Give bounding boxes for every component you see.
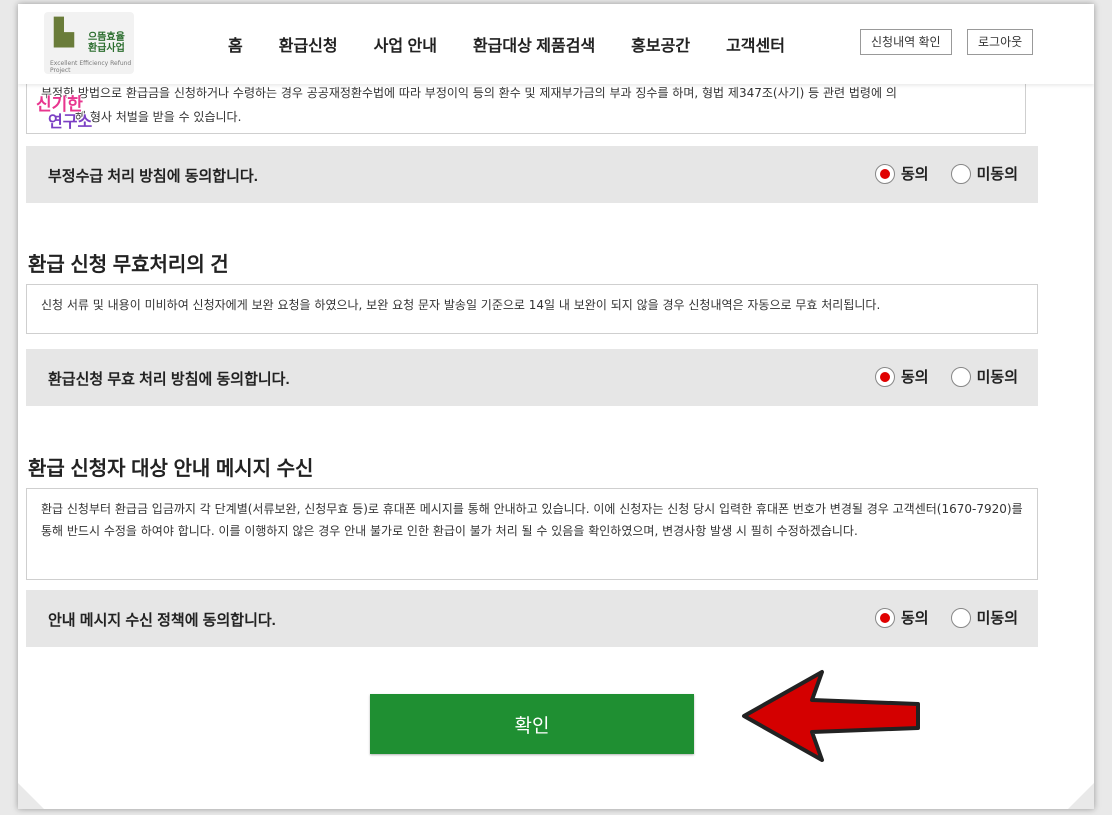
radio-unchecked-icon <box>950 366 971 387</box>
radio-disagree-message[interactable]: 미동의 <box>950 607 1018 628</box>
radio-disagree-fraud[interactable]: 미동의 <box>950 163 1018 184</box>
watermark-badge: 신기한 연구소 <box>36 90 128 132</box>
radio-agree-invalid[interactable]: 동의 <box>874 366 929 387</box>
red-arrow-icon <box>742 670 920 762</box>
agree-label-fraud: 부정수급 처리 방침에 동의합니다. <box>48 168 258 185</box>
page-frame: ▙ 으뜸효율 환급사업 Excellent Efficiency Refund … <box>18 4 1094 809</box>
frame-corner-br <box>1068 783 1094 809</box>
logo-mark-icon: ▙ <box>54 18 74 48</box>
radio-agree-fraud[interactable]: 동의 <box>874 163 929 184</box>
agree-label-invalid: 환급신청 무효 처리 방침에 동의합니다. <box>48 371 290 388</box>
nav-customer-center[interactable]: 고객센터 <box>726 32 785 56</box>
radio-agree-label: 동의 <box>900 369 929 386</box>
nav-refund-apply[interactable]: 환급신청 <box>279 32 338 56</box>
nav-product-search[interactable]: 환급대상 제품검색 <box>473 32 595 56</box>
radio-agree-label: 동의 <box>900 610 929 627</box>
check-application-button[interactable]: 신청내역 확인 <box>860 29 952 55</box>
notice-box-invalid: 신청 서류 및 내용이 미비하여 신청자에게 보완 요청을 하였으나, 보완 요… <box>26 284 1038 334</box>
fraud-notice-line1: 부정한 방법으로 환급금을 신청하거나 수령하는 경우 공공재정환수법에 따라 … <box>41 86 897 100</box>
section-title-invalid: 환급 신청 무효처리의 건 <box>28 254 229 276</box>
site-header: ▙ 으뜸효율 환급사업 Excellent Efficiency Refund … <box>18 4 1094 84</box>
radio-unchecked-icon <box>950 163 971 184</box>
main-nav: 홈 환급신청 사업 안내 환급대상 제품검색 홍보공간 고객센터 <box>228 32 821 56</box>
agree-bar-invalid: 환급신청 무효 처리 방침에 동의합니다. 동의 미동의 <box>26 349 1038 406</box>
radio-checked-icon <box>874 366 895 387</box>
radio-disagree-invalid[interactable]: 미동의 <box>950 366 1018 387</box>
radio-unchecked-icon <box>950 607 971 628</box>
agree-bar-fraud: 부정수급 처리 방침에 동의합니다. 동의 미동의 <box>26 146 1038 203</box>
radio-agree-label: 동의 <box>900 166 929 183</box>
agree-label-message: 안내 메시지 수신 정책에 동의합니다. <box>48 612 276 629</box>
radio-checked-icon <box>874 163 895 184</box>
agree-bar-message: 안내 메시지 수신 정책에 동의합니다. 동의 미동의 <box>26 590 1038 647</box>
site-logo[interactable]: ▙ 으뜸효율 환급사업 Excellent Efficiency Refund … <box>44 12 134 74</box>
logo-subtext: Excellent Efficiency Refund Project <box>50 60 132 74</box>
nav-promotion[interactable]: 홍보공간 <box>631 32 690 56</box>
fraud-notice-line2: 해 형사 처벌을 받을 수 있습니다. <box>75 110 242 124</box>
radio-disagree-label: 미동의 <box>976 610 1018 627</box>
confirm-button[interactable]: 확인 <box>370 694 694 754</box>
radio-checked-icon <box>874 607 895 628</box>
notice-box-message: 환급 신청부터 환급금 입금까지 각 단계별(서류보완, 신청무효 등)로 휴대… <box>26 488 1038 580</box>
logo-text: 으뜸효율 환급사업 <box>88 32 125 54</box>
logout-button[interactable]: 로그아웃 <box>967 29 1034 55</box>
nav-home[interactable]: 홈 <box>228 32 243 56</box>
radio-disagree-label: 미동의 <box>976 369 1018 386</box>
radio-disagree-label: 미동의 <box>976 166 1018 183</box>
frame-corner-bl <box>18 783 44 809</box>
nav-business-info[interactable]: 사업 안내 <box>374 32 437 56</box>
badge-line2: 연구소 <box>48 112 93 131</box>
radio-group-invalid: 동의 미동의 <box>853 366 1018 387</box>
radio-group-message: 동의 미동의 <box>853 607 1018 628</box>
section-title-message: 환급 신청자 대상 안내 메시지 수신 <box>28 458 314 480</box>
radio-group-fraud: 동의 미동의 <box>853 163 1018 184</box>
radio-agree-message[interactable]: 동의 <box>874 607 929 628</box>
